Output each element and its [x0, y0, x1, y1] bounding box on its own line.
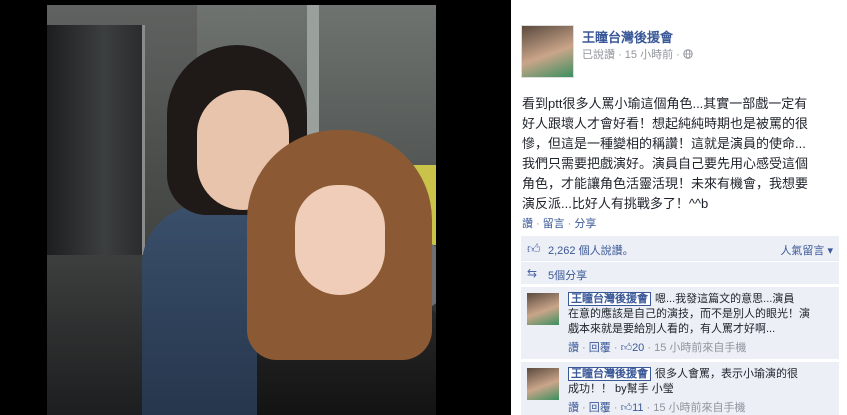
comment-text: 戲本來就是要給別人看的，有人罵才好啊... — [568, 323, 776, 335]
likes-count-link[interactable]: 2,262 個人說讚。 — [548, 242, 634, 258]
page-avatar[interactable] — [521, 25, 574, 78]
share-icon: ⇆ — [527, 266, 538, 280]
comment-reply-link[interactable]: 回覆 — [589, 402, 611, 414]
photo-person-right — [247, 130, 436, 415]
comment-text: 嗯...我發這篇文的意思...演員 — [655, 293, 795, 305]
comment-author-link[interactable]: 王瞳台灣後援會 — [568, 292, 651, 306]
comment-timestamp[interactable]: 15 小時前來自手機 — [654, 342, 746, 354]
comment-reply-link[interactable]: 回覆 — [589, 342, 611, 354]
post-side-panel: 王瞳台灣後援會 已說讚 · 15 小時前 · 看到ptt很多人罵小瑜這個角色..… — [511, 0, 847, 415]
comment-text: 成功！！ by幫手 小瑩 — [568, 383, 674, 395]
comment-likes-count[interactable]: 20 — [632, 342, 644, 354]
person-face — [295, 185, 385, 295]
comment-body: 王瞳台灣後援會 嗯...我發這篇文的意思...演員 在意的應該是自己的演技，而不是… — [568, 292, 833, 356]
post-meta: 已說讚 · 15 小時前 · — [582, 46, 693, 62]
comment-item: 王瞳台灣後援會 嗯...我發這篇文的意思...演員 在意的應該是自己的演技，而不是… — [521, 287, 839, 359]
comment-item: 王瞳台灣後援會 很多人會罵，表示小瑜演的很 成功！！ by幫手 小瑩 讚 · 回覆… — [521, 362, 839, 415]
comment-text: 在意的應該是自己的演技，而不是別人的眼光！演 — [568, 308, 810, 320]
likes-summary: 👍︎ 2,262 個人說讚。 人氣留言 ▾ — [521, 236, 839, 261]
photo-viewer — [0, 0, 511, 415]
liked-status: 已說讚 — [582, 49, 615, 61]
comment-meta: 讚 · 回覆 · 👍︎11 · 15 小時前來自手機 — [568, 402, 746, 414]
page-name-link[interactable]: 王瞳台灣後援會 — [582, 27, 673, 46]
comment-avatar[interactable] — [527, 368, 559, 400]
comment-like-link[interactable]: 讚 — [568, 342, 579, 354]
post-text-line: 角色，才能讓角色活靈活現！未來有機會，我想要 — [522, 176, 809, 191]
comment-avatar[interactable] — [527, 293, 559, 325]
shares-count-link[interactable]: 5個分享 — [548, 267, 587, 283]
action-separator: · — [536, 218, 540, 230]
action-separator: · — [567, 218, 572, 230]
comment-likes-count[interactable]: 11 — [632, 402, 643, 414]
thumbs-up-icon: 👍︎ — [620, 402, 633, 414]
comment-timestamp[interactable]: 15 小時前來自手機 — [653, 402, 745, 414]
post-text-line: 看到ptt很多人罵小瑜這個角色...其實一部戲一定有 — [522, 96, 808, 111]
top-comments-toggle[interactable]: 人氣留言 ▾ — [780, 242, 833, 258]
share-link[interactable]: 分享 — [574, 218, 596, 230]
comment-body: 王瞳台灣後援會 很多人會罵，表示小瑜演的很 成功！！ by幫手 小瑩 讚 · 回覆… — [568, 367, 833, 415]
globe-icon — [683, 49, 693, 59]
thumbs-up-icon: 👍︎ — [527, 241, 541, 256]
like-link[interactable]: 讚 — [522, 218, 533, 230]
meta-separator: · — [618, 49, 622, 61]
post-text-line: 慘，但這是一種變相的稱讚！這就是演員的使命... — [522, 136, 806, 151]
meta-separator: · — [676, 49, 680, 61]
post-text-line: 好人跟壞人才會好看！想起純純時期也是被罵的很 — [522, 116, 809, 131]
post-text-line: 我們只需要把戲演好。演員自己要先用心感受這個 — [522, 156, 809, 171]
comment-meta: 讚 · 回覆 · 👍︎20 · 15 小時前來自手機 — [568, 342, 747, 354]
top-comments-label: 人氣留言 — [780, 245, 825, 257]
comment-link[interactable]: 留言 — [543, 218, 565, 230]
shares-summary: ⇆ 5個分享 — [521, 262, 839, 284]
post-timestamp[interactable]: 15 小時前 — [625, 49, 673, 61]
post-actions: 讚 · 留言 · 分享 — [522, 215, 596, 231]
comment-text: 很多人會罵，表示小瑜演的很 — [655, 368, 798, 380]
photo-bg-window — [47, 25, 145, 285]
post-text-line: 演反派...比好人有挑戰多了！^^b — [522, 196, 709, 211]
post-message: 看到ptt很多人罵小瑜這個角色...其實一部戲一定有 好人跟壞人才會好看！想起純… — [522, 94, 838, 214]
thumbs-up-icon: 👍︎ — [620, 342, 633, 354]
comment-author-link[interactable]: 王瞳台灣後援會 — [568, 367, 651, 381]
comment-like-link[interactable]: 讚 — [568, 402, 579, 414]
post-photo[interactable] — [47, 5, 436, 415]
